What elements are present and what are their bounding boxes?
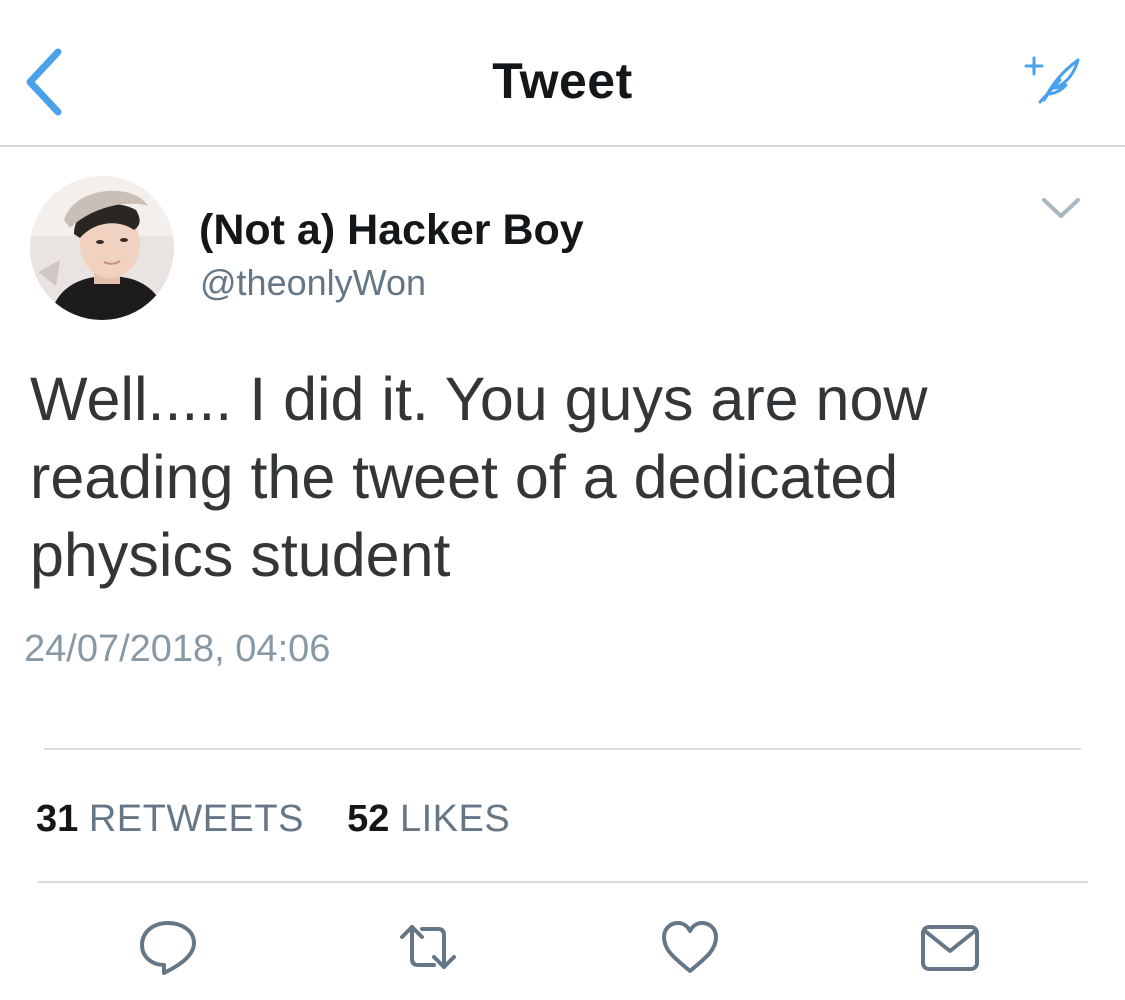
tweet-text: Well..... I did it. You guys are now rea… bbox=[30, 365, 928, 589]
divider bbox=[38, 881, 1088, 883]
author-handle[interactable]: @theonlyWon bbox=[200, 262, 426, 304]
share-button[interactable] bbox=[918, 915, 982, 979]
author-display-name[interactable]: (Not a) Hacker Boy bbox=[199, 206, 584, 255]
chevron-down-icon bbox=[1042, 198, 1080, 218]
tweet-stats: 31 RETWEETS 52 LIKES bbox=[36, 798, 510, 841]
likes-stat[interactable]: 52 LIKES bbox=[347, 798, 510, 840]
retweet-icon bbox=[400, 925, 456, 969]
compose-tweet-icon bbox=[1024, 56, 1080, 104]
reply-button[interactable] bbox=[136, 915, 200, 979]
compose-tweet-button[interactable] bbox=[1020, 50, 1090, 110]
retweets-stat[interactable]: 31 RETWEETS bbox=[36, 798, 315, 840]
avatar[interactable] bbox=[30, 176, 174, 320]
retweets-label: RETWEETS bbox=[88, 798, 304, 840]
tweet-timestamp: 24/07/2018, 04:06 bbox=[24, 628, 331, 670]
divider bbox=[44, 748, 1081, 750]
reply-icon bbox=[140, 921, 196, 975]
tweet-options-button[interactable] bbox=[1036, 190, 1086, 226]
retweets-count: 31 bbox=[36, 798, 79, 840]
likes-count: 52 bbox=[347, 798, 390, 840]
share-envelope-icon bbox=[921, 925, 979, 971]
page-title: Tweet bbox=[492, 53, 633, 109]
likes-label: LIKES bbox=[399, 798, 511, 840]
retweet-button[interactable] bbox=[396, 915, 460, 979]
heart-icon bbox=[662, 921, 718, 973]
navigation-bar: Tweet bbox=[0, 0, 1125, 147]
profile-photo bbox=[30, 176, 174, 320]
like-button[interactable] bbox=[658, 915, 722, 979]
